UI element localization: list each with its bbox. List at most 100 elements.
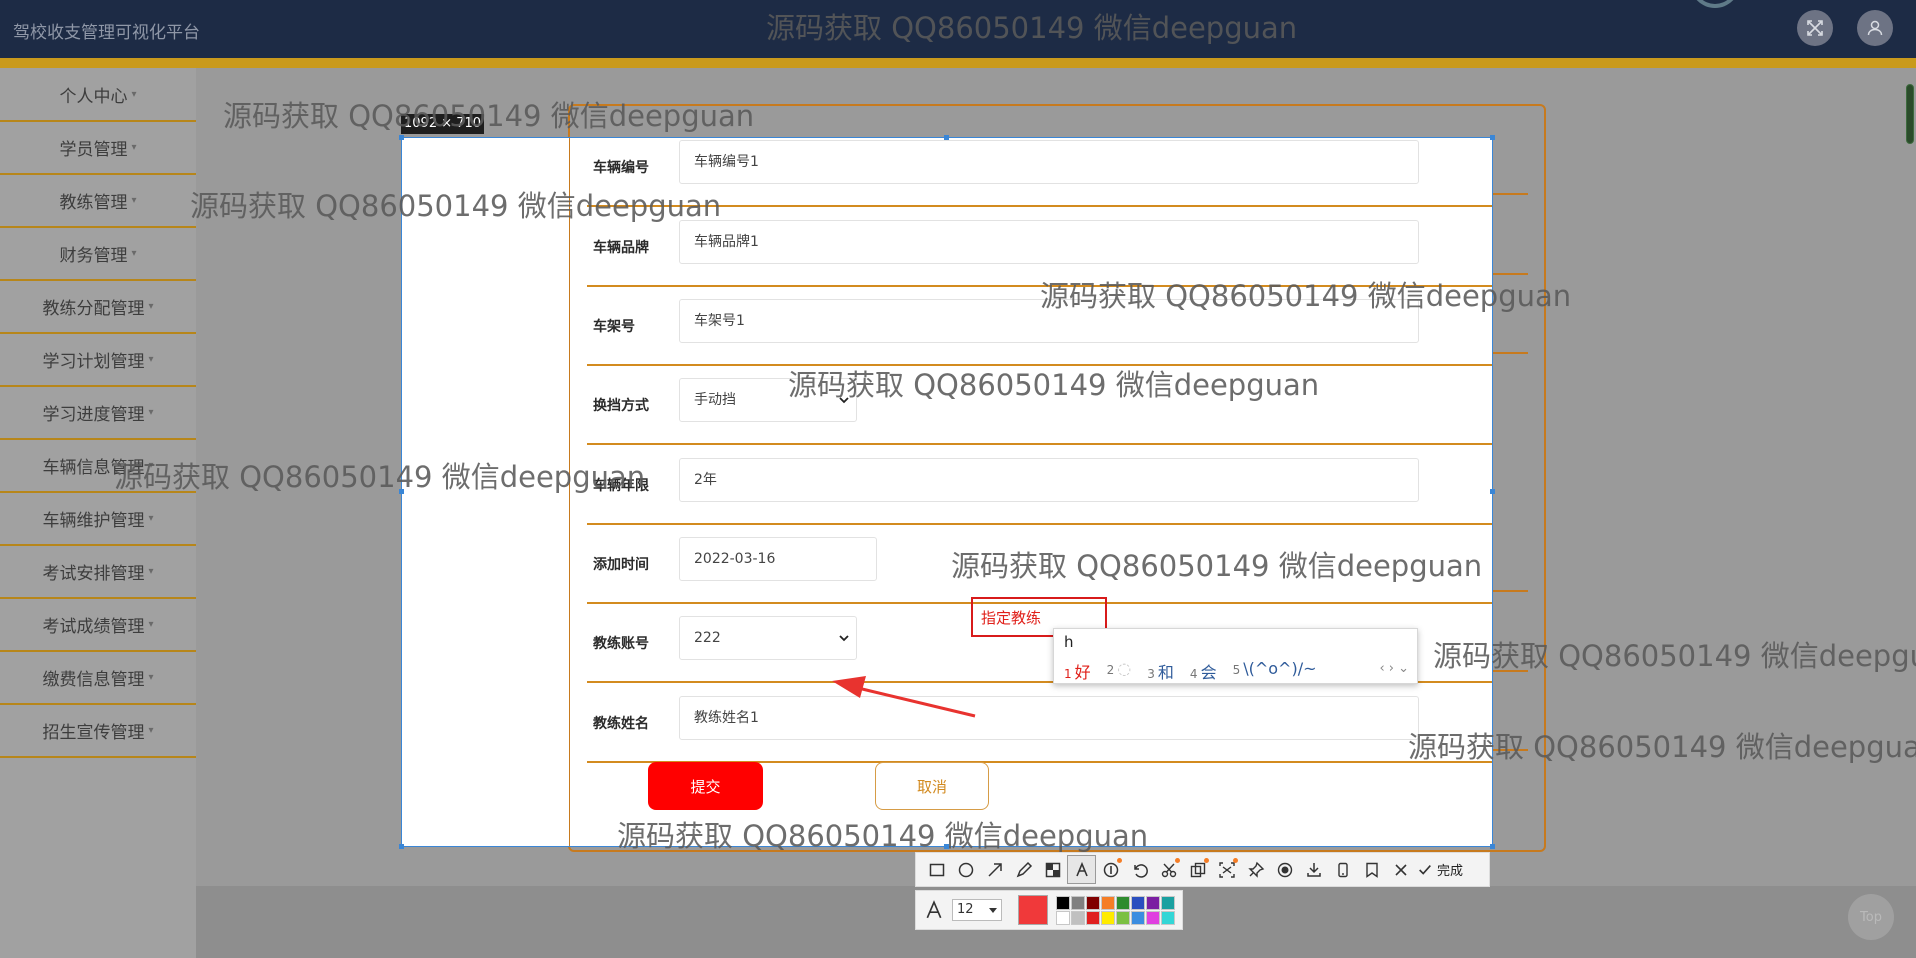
color-swatch[interactable]	[1101, 910, 1115, 925]
color-swatch[interactable]	[1086, 910, 1100, 925]
ime-candidate[interactable]: 1好	[1064, 659, 1091, 683]
vehicle-no-input[interactable]: 车辆编号1	[679, 140, 1419, 184]
color-swatch[interactable]	[1131, 910, 1145, 925]
color-swatch[interactable]	[1056, 895, 1070, 910]
sidebar-item-students[interactable]: 学员管理 ▾	[0, 122, 196, 175]
chevron-down-icon: ▾	[148, 460, 154, 471]
candidate-index: 5	[1232, 663, 1241, 677]
color-swatch[interactable]	[1146, 910, 1160, 925]
chevron-down-icon: ▾	[131, 248, 137, 259]
sidebar-item-label: 学员管理	[59, 140, 128, 160]
copy-icon[interactable]	[1183, 855, 1212, 884]
vehicle-years-input[interactable]: 2年	[679, 458, 1419, 502]
sidebar-item-vehicle-maintenance[interactable]: 车辆维护管理 ▾	[0, 493, 196, 546]
crop-icon[interactable]	[1212, 855, 1241, 884]
emoji-icon: ◌	[1117, 659, 1132, 678]
done-button[interactable]: 完成	[1417, 860, 1463, 879]
field-label: 车辆品牌	[593, 240, 649, 256]
coach-account-select-value: 222	[694, 630, 721, 646]
color-swatch[interactable]	[1101, 895, 1115, 910]
scissors-icon[interactable]	[1154, 855, 1183, 884]
sidebar-item-exam-results[interactable]: 考试成绩管理 ▾	[0, 599, 196, 652]
color-swatch[interactable]	[1086, 895, 1100, 910]
sidebar-item-coaches[interactable]: 教练管理 ▾	[0, 175, 196, 228]
resize-handle[interactable]	[1490, 844, 1495, 849]
color-swatch[interactable]	[1071, 910, 1085, 925]
pin-icon[interactable]	[1241, 855, 1270, 884]
candidate-index: 3	[1147, 667, 1155, 681]
frame-no-input[interactable]: 车架号1	[679, 299, 1419, 343]
mosaic-icon[interactable]	[1038, 855, 1067, 884]
sidebar-item-payments[interactable]: 缴费信息管理 ▾	[0, 652, 196, 705]
resize-handle[interactable]	[399, 489, 404, 494]
bookmark-icon[interactable]	[1357, 855, 1386, 884]
color-swatch[interactable]	[1131, 895, 1145, 910]
color-swatch[interactable]	[1116, 895, 1130, 910]
ime-page-nav[interactable]: ‹ › ⌄	[1379, 661, 1409, 676]
form-row-vehicle-no: 车辆编号 车辆编号1	[587, 138, 1492, 207]
fullscreen-button[interactable]	[1797, 10, 1833, 46]
annotation-text: 指定教练	[981, 609, 1042, 627]
user-button[interactable]	[1857, 10, 1893, 46]
font-size-select[interactable]: 12	[952, 899, 1002, 921]
back-to-top-button[interactable]: Top	[1848, 894, 1894, 940]
brand-input[interactable]: 车辆品牌1	[679, 220, 1419, 264]
new-badge	[1175, 858, 1180, 863]
ime-candidate[interactable]: 3和	[1147, 659, 1174, 683]
undo-icon[interactable]	[1125, 855, 1154, 884]
submit-button[interactable]: 提交	[648, 762, 763, 810]
coach-name-input[interactable]: 教练姓名1	[679, 696, 1419, 740]
current-color-swatch[interactable]	[1018, 895, 1048, 925]
cancel-button[interactable]: 取消	[875, 762, 989, 810]
record-icon[interactable]	[1270, 855, 1299, 884]
sidebar-item-finance[interactable]: 财务管理 ▾	[0, 228, 196, 281]
number-icon[interactable]	[1096, 855, 1125, 884]
arrow-icon[interactable]	[980, 855, 1009, 884]
download-icon[interactable]	[1299, 855, 1328, 884]
chevron-down-icon: ▾	[131, 89, 137, 100]
sidebar-item-vehicle-info[interactable]: 车辆信息管理 ▾	[0, 440, 196, 493]
pencil-icon[interactable]	[1009, 855, 1038, 884]
color-swatch[interactable]	[1161, 910, 1175, 925]
color-swatch[interactable]	[1146, 895, 1160, 910]
screenshot-selection[interactable]: 车辆编号 车辆编号1 车辆品牌 车辆品牌1 车架号 车架号1 换挡方式 手动挡 …	[401, 137, 1493, 847]
add-time-input[interactable]: 2022-03-16	[679, 537, 877, 581]
sidebar-item-coach-assignment[interactable]: 教练分配管理 ▾	[0, 281, 196, 334]
field-label: 教练姓名	[593, 716, 649, 732]
scrollbar-thumb[interactable]	[1906, 84, 1914, 144]
sidebar-item-enrollment-promo[interactable]: 招生宣传管理 ▾	[0, 705, 196, 758]
text-icon[interactable]	[1067, 855, 1096, 884]
ime-candidate[interactable]: 2 ◌	[1107, 659, 1132, 683]
done-label: 完成	[1437, 864, 1464, 879]
resize-handle[interactable]	[944, 135, 949, 140]
resize-handle[interactable]	[1490, 489, 1495, 494]
close-icon[interactable]	[1386, 855, 1415, 884]
sidebar-item-exam-schedule[interactable]: 考试安排管理 ▾	[0, 546, 196, 599]
color-swatch[interactable]	[1071, 895, 1085, 910]
sidebar-item-label: 教练管理	[59, 193, 128, 213]
form-row-coach-name: 教练姓名 教练姓名1	[587, 684, 1492, 763]
color-swatch[interactable]	[1161, 895, 1175, 910]
ellipse-icon[interactable]	[951, 855, 980, 884]
resize-handle[interactable]	[944, 844, 949, 849]
chevron-down-icon: ▾	[148, 513, 154, 524]
ime-candidate[interactable]: 5 \(^o^)/~	[1233, 659, 1317, 683]
sidebar-item-label: 学习计划管理	[42, 352, 145, 372]
sidebar-item-study-progress[interactable]: 学习进度管理 ▾	[0, 387, 196, 440]
resize-handle[interactable]	[399, 844, 404, 849]
font-icon	[926, 900, 942, 919]
sidebar-item-study-plan[interactable]: 学习计划管理 ▾	[0, 334, 196, 387]
sidebar-item-personal-center[interactable]: 个人中心 ▾	[0, 69, 196, 122]
ime-candidate[interactable]: 4会	[1190, 659, 1217, 683]
phone-icon[interactable]	[1328, 855, 1357, 884]
color-swatch[interactable]	[1116, 910, 1130, 925]
color-swatch[interactable]	[1056, 910, 1070, 925]
rectangle-icon[interactable]	[922, 855, 951, 884]
chevron-down-icon	[839, 397, 849, 404]
coach-account-select[interactable]: 222	[679, 616, 857, 660]
resize-handle[interactable]	[399, 135, 404, 140]
gearbox-select[interactable]: 手动挡	[679, 378, 857, 422]
header-accent-line	[0, 58, 1916, 68]
fullscreen-icon	[1807, 20, 1823, 36]
resize-handle[interactable]	[1490, 135, 1495, 140]
